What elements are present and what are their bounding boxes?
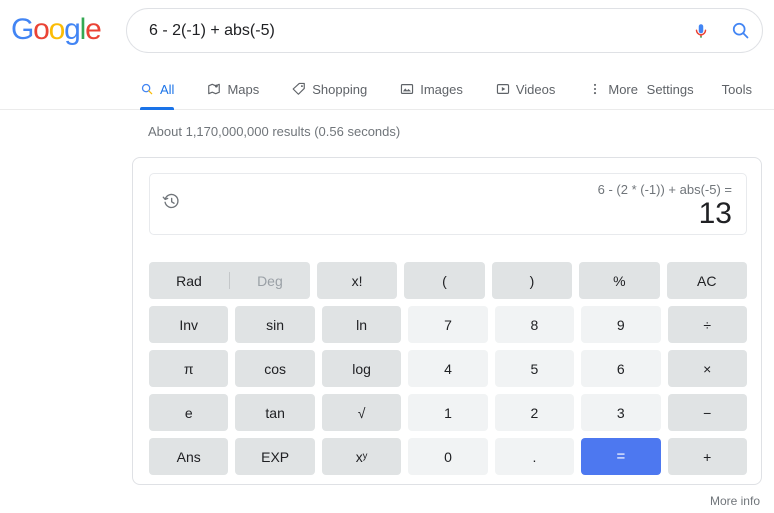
deg-mode-button[interactable]: Deg <box>230 262 310 299</box>
percent-button[interactable]: % <box>579 262 660 299</box>
cos-button[interactable]: cos <box>235 350 315 387</box>
keypad-row: Inv sin ln 7 8 9 ÷ <box>149 306 747 343</box>
logo-letter-2: o <box>33 13 50 46</box>
tab-images-label: Images <box>420 81 463 97</box>
plus-button[interactable]: + <box>667 438 747 475</box>
tab-more-label: More <box>608 81 638 97</box>
factorial-button[interactable]: x! <box>316 262 398 299</box>
nav-tabs: All Maps Shopping Images Videos More <box>140 68 671 110</box>
history-icon[interactable] <box>162 192 181 216</box>
tab-shopping-label: Shopping <box>312 81 368 97</box>
image-icon <box>400 82 414 96</box>
calculator-answer: 13 <box>698 197 732 230</box>
keypad-row: Rad Deg x! ( ) % AC <box>149 262 747 299</box>
digit-5-button[interactable]: 5 <box>494 350 575 387</box>
divide-button[interactable]: ÷ <box>667 306 747 343</box>
inverse-button[interactable]: Inv <box>149 306 229 343</box>
more-vertical-icon <box>588 82 602 96</box>
google-logo[interactable]: Google <box>11 13 102 46</box>
rad-deg-toggle[interactable]: Rad Deg <box>149 262 310 299</box>
tab-more[interactable]: More <box>588 68 651 110</box>
calculator-keypad: Rad Deg x! ( ) % AC Inv sin ln 7 8 9 ÷ π… <box>149 262 747 475</box>
search-input[interactable] <box>147 20 684 41</box>
decimal-point-button[interactable]: . <box>494 438 575 475</box>
pi-button[interactable]: π <box>149 350 229 387</box>
tan-button[interactable]: tan <box>235 394 315 431</box>
digit-1-button[interactable]: 1 <box>408 394 488 431</box>
answer-button[interactable]: Ans <box>149 438 229 475</box>
open-paren-button[interactable]: ( <box>404 262 485 299</box>
tab-all-label: All <box>160 81 175 97</box>
logo-letter-3: o <box>48 13 66 46</box>
calculator-card: 6 - (2 * (-1)) + abs(-5) = 13 Rad Deg x!… <box>132 157 762 485</box>
video-icon <box>496 82 510 96</box>
rad-mode-button[interactable]: Rad <box>149 262 229 299</box>
euler-button[interactable]: e <box>149 394 229 431</box>
tab-videos-label: Videos <box>515 81 556 97</box>
logo-letter-6: e <box>85 13 102 46</box>
digit-6-button[interactable]: 6 <box>581 350 661 387</box>
multiply-button[interactable]: × <box>667 350 747 387</box>
tools-button[interactable]: Tools <box>722 82 752 97</box>
digit-8-button[interactable]: 8 <box>494 306 575 343</box>
tab-maps-label: Maps <box>227 81 260 97</box>
digit-0-button[interactable]: 0 <box>408 438 488 475</box>
search-bar[interactable] <box>126 8 763 53</box>
settings-button[interactable]: Settings <box>647 82 694 97</box>
exponent-button[interactable]: EXP <box>235 438 315 475</box>
digit-3-button[interactable]: 3 <box>581 394 661 431</box>
tab-images[interactable]: Images <box>400 68 476 110</box>
keypad-row: e tan √ 1 2 3 − <box>149 394 747 431</box>
sqrt-button[interactable]: √ <box>321 394 402 431</box>
tag-icon <box>292 82 306 96</box>
sin-button[interactable]: sin <box>235 306 315 343</box>
microphone-icon[interactable] <box>684 14 718 48</box>
search-icon <box>140 82 154 96</box>
keypad-row: Ans EXP xʸ 0 . = + <box>149 438 747 475</box>
logo-letter-4: g <box>64 13 81 46</box>
search-submit-icon[interactable] <box>718 14 762 48</box>
search-nav-bar: All Maps Shopping Images Videos More Set… <box>0 68 774 110</box>
tab-shopping[interactable]: Shopping <box>292 68 380 110</box>
map-icon <box>207 82 221 96</box>
page-header: Google <box>0 0 774 66</box>
digit-2-button[interactable]: 2 <box>494 394 575 431</box>
more-info-link[interactable]: More info <box>710 494 760 508</box>
result-stats: About 1,170,000,000 results (0.56 second… <box>148 124 401 139</box>
log-button[interactable]: log <box>321 350 402 387</box>
minus-button[interactable]: − <box>667 394 747 431</box>
digit-7-button[interactable]: 7 <box>408 306 488 343</box>
ln-button[interactable]: ln <box>321 306 402 343</box>
nav-right-group: Settings Tools <box>647 68 752 110</box>
logo-letter-1: G <box>11 13 34 46</box>
calculator-expression: 6 - (2 * (-1)) + abs(-5) = <box>597 182 732 197</box>
tab-all[interactable]: All <box>140 68 187 110</box>
power-button[interactable]: xʸ <box>321 438 402 475</box>
calculator-display[interactable]: 6 - (2 * (-1)) + abs(-5) = 13 <box>149 173 747 235</box>
tab-videos[interactable]: Videos <box>496 68 569 110</box>
tab-maps[interactable]: Maps <box>207 68 272 110</box>
digit-9-button[interactable]: 9 <box>581 306 661 343</box>
equals-button[interactable]: = <box>581 438 661 475</box>
close-paren-button[interactable]: ) <box>491 262 573 299</box>
digit-4-button[interactable]: 4 <box>408 350 488 387</box>
all-clear-button[interactable]: AC <box>666 262 747 299</box>
keypad-row: π cos log 4 5 6 × <box>149 350 747 387</box>
